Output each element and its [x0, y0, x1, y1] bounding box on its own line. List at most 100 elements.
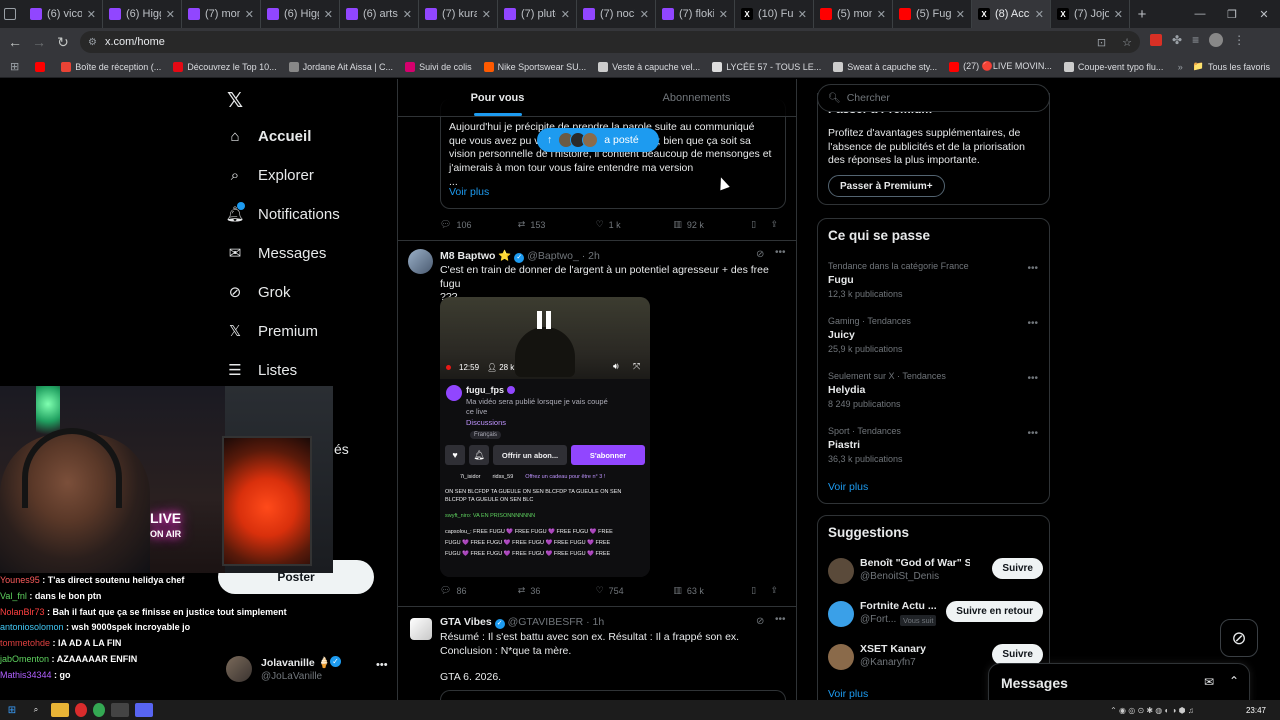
bookmark-item[interactable]: LYCÉE 57 - TOUS LE... [706, 61, 827, 72]
bookmark-item[interactable]: (27) 🔴LIVE MOVIN... [943, 61, 1058, 72]
follow-button[interactable]: Suivre [992, 558, 1043, 579]
browser-tab[interactable]: (7) pluto ✕ [498, 0, 577, 28]
browser-tab[interactable]: (6) Higg ✕ [261, 0, 340, 28]
bookmark-item[interactable]: Veste à capuche vel... [592, 61, 706, 72]
bookmark-item[interactable]: Suivi de colis [399, 61, 478, 72]
extensions-puzzle-icon[interactable]: ✤ [1172, 33, 1182, 47]
fullscreen-icon[interactable]: ⤧ [633, 361, 640, 372]
tweet-2-time[interactable]: · 2h [582, 250, 600, 262]
new-message-icon[interactable]: ✉ [1204, 675, 1214, 689]
views-button[interactable]: ▥ 63 k [673, 585, 751, 596]
browser-tab[interactable]: (5) mon ✕ [814, 0, 893, 28]
suggestions-show-more[interactable]: Voir plus [828, 688, 868, 700]
file-explorer-icon[interactable] [51, 703, 69, 717]
tab-close-icon[interactable]: ✕ [956, 8, 965, 21]
suggestion-name[interactable]: Benoît "God of War" Sa... [860, 557, 970, 569]
obs-icon[interactable] [111, 703, 129, 717]
trend-item[interactable]: Seulement sur X · Tendances Helydia 8 249 … [828, 371, 1038, 409]
tweet-3-handle[interactable]: @GTAVIBESFR [508, 616, 584, 628]
tweet-3[interactable]: GTA Vibes ✓ @GTAVIBESFR · 1h ⊘ ••• Résum… [398, 608, 796, 700]
bookmark-item[interactable] [29, 61, 55, 72]
follow-button[interactable]: Suivre en retour [946, 601, 1043, 622]
share-icon[interactable]: ⇪ [771, 585, 790, 596]
suggestion-item[interactable]: Fortnite Actu ... @Fort... Vous suit Suivre… [828, 597, 1043, 637]
tweet-2-avatar[interactable] [408, 249, 433, 274]
volume-icon[interactable]: 🔊︎ [613, 361, 619, 372]
suggestion-item[interactable]: Benoît "God of War" Sa... @BenoitSt_Denis… [828, 554, 1043, 594]
all-bookmarks-folder-icon[interactable]: 📁 [1193, 61, 1204, 72]
subscribe-button[interactable]: S'abonner [571, 445, 645, 465]
window-minimize-icon[interactable]: — [1184, 8, 1216, 20]
address-bar[interactable]: ⚙ x.com/home ⊡ ☆ [80, 31, 1140, 53]
tweet-more-icon[interactable]: ••• [775, 247, 786, 258]
new-tab-button[interactable]: + [1130, 0, 1154, 28]
grok-float-button[interactable]: ⊘ [1220, 619, 1258, 657]
clock[interactable]: 23:47 [1246, 706, 1266, 715]
nav-item-accueil[interactable]: ⌂ Accueil [226, 127, 311, 145]
tweet-2[interactable]: M8 Baptwo ⭐ ✓ @Baptwo_ · 2h ⊘ ••• C'est … [398, 241, 796, 607]
nav-item-listes[interactable]: ☰ Listes [226, 361, 297, 380]
tab-for-you[interactable]: Pour vous [398, 79, 597, 116]
apps-grid-icon[interactable]: ⊞ [10, 60, 19, 73]
reply-button[interactable]: 💬︎ 86 [440, 585, 518, 596]
trend-item[interactable]: Gaming · Tendances Juicy 25,9 k publicatio… [828, 316, 1038, 354]
bookmark-item[interactable]: Coupe-vent typo flu... [1058, 61, 1170, 72]
discord-icon[interactable] [135, 703, 153, 717]
tab-close-icon[interactable]: ✕ [1035, 8, 1044, 21]
bookmark-item[interactable]: Boîte de réception (... [55, 61, 167, 72]
tab-close-icon[interactable]: ✕ [324, 8, 333, 21]
media-icon[interactable]: ≡ [1192, 33, 1199, 47]
browser-menu-icon[interactable]: ⋮ [1233, 33, 1245, 47]
browser-tab[interactable]: (7) nocif ✕ [577, 0, 656, 28]
pause-icon[interactable] [537, 311, 553, 329]
browser-tab[interactable]: (6) vicoti ✕ [24, 0, 103, 28]
taskbar-search-icon[interactable]: ⌕ [27, 703, 45, 717]
browser-tab[interactable]: (7) mom ✕ [182, 0, 261, 28]
install-app-icon[interactable]: ⊡ [1097, 36, 1106, 49]
bookmark-item[interactable]: Jordane Ait Aissa | C... [283, 61, 399, 72]
browser-tab[interactable]: (7) floki ✕ [656, 0, 735, 28]
browser-tab[interactable]: (6) artsk ✕ [340, 0, 419, 28]
tab-close-icon[interactable]: ✕ [403, 8, 412, 21]
notification-bell-icon[interactable]: 🔔︎ [469, 445, 489, 465]
tab-close-icon[interactable]: ✕ [166, 8, 175, 21]
profile-avatar-icon[interactable] [1209, 33, 1224, 47]
browser-tab[interactable]: X (10) Fug ✕ [735, 0, 814, 28]
opera-icon[interactable] [75, 703, 87, 717]
suggestion-name[interactable]: XSET Kanary [860, 643, 970, 655]
tab-following[interactable]: Abonnements [597, 79, 796, 116]
tweet-3-avatar[interactable] [410, 618, 432, 640]
trends-show-more[interactable]: Voir plus [828, 481, 868, 493]
browser-tab[interactable]: (6) Higg ✕ [103, 0, 182, 28]
tweet-3-media-preview[interactable] [440, 690, 786, 700]
tweet-1-show-more[interactable]: Voir plus [449, 186, 489, 198]
tweet-3-time[interactable]: · 1h [586, 616, 604, 628]
new-posts-pill[interactable]: ↑ a posté [537, 128, 659, 152]
bookmark-item[interactable]: Nike Sportswear SU... [478, 61, 593, 72]
share-icon[interactable]: ⇪ [771, 219, 790, 230]
tab-close-icon[interactable]: ✕ [245, 8, 254, 21]
nav-item-explorer[interactable]: ⌕ Explorer [226, 166, 314, 184]
grok-icon[interactable]: ⊘ [756, 616, 764, 627]
bookmark-item[interactable]: Découvrez le Top 10... [167, 61, 282, 72]
repost-button[interactable]: ⇄ 153 [518, 219, 596, 230]
tab-close-icon[interactable]: ✕ [87, 8, 96, 21]
reply-button[interactable]: 💬︎ 106 [440, 219, 518, 230]
forward-icon[interactable]: → [27, 30, 51, 54]
bookmarks-overflow-icon[interactable]: » [1178, 62, 1183, 72]
heart-follow-icon[interactable]: ♥ [445, 445, 465, 465]
trend-item[interactable]: Tendance dans la catégorie France Fugu 12,… [828, 261, 1038, 299]
bookmark-icon[interactable]: ▯ [751, 219, 770, 230]
tab-close-icon[interactable]: ✕ [1114, 8, 1123, 21]
messages-drawer[interactable]: Messages ✉ ⌃ [988, 663, 1250, 700]
premium-subscribe-button[interactable]: Passer à Premium+ [828, 175, 945, 197]
account-more-icon[interactable]: ••• [376, 659, 388, 671]
like-button[interactable]: ♡ 754 [596, 585, 674, 596]
window-restore-icon[interactable]: ❐ [1216, 8, 1248, 21]
tweet-2-video[interactable]: 12:59 👤︎ 28 k 🔊︎ ⤧ fugu_fps Ma vidéo ser… [440, 297, 650, 577]
tab-close-icon[interactable]: ✕ [719, 8, 728, 21]
window-close-icon[interactable]: ✕ [1248, 8, 1280, 21]
suggestion-avatar[interactable] [828, 644, 854, 670]
gift-sub-button[interactable]: Offrir un abon... [493, 445, 567, 465]
tab-close-icon[interactable]: ✕ [561, 8, 570, 21]
